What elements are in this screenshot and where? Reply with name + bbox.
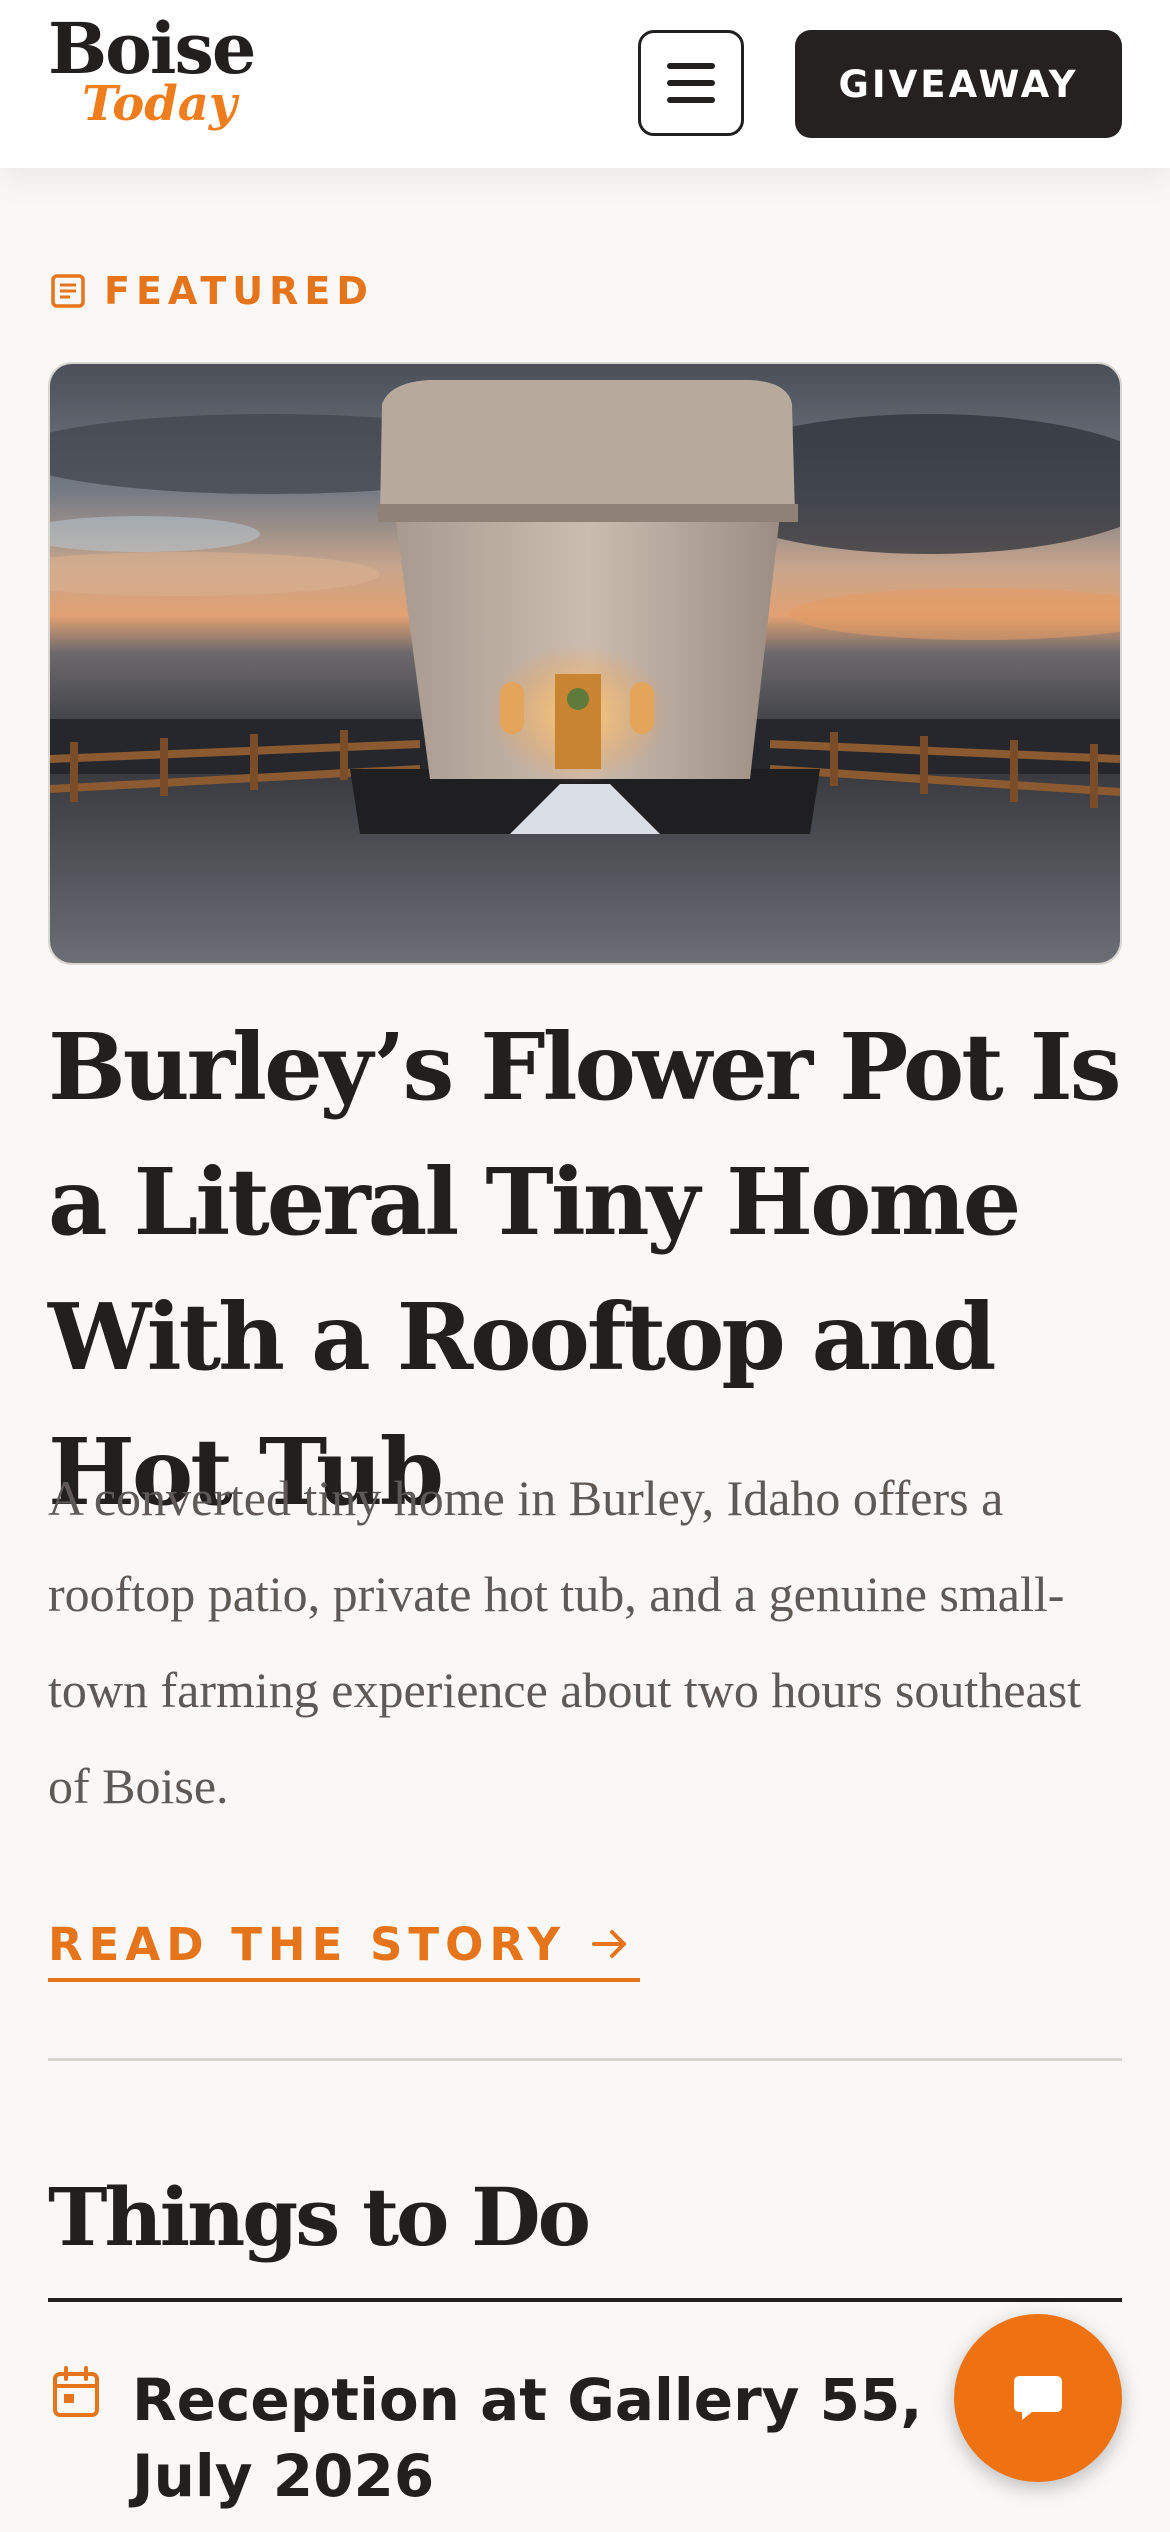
read-the-story-label: READ THE STORY [48,1917,567,1971]
things-to-do-rule [48,2298,1122,2302]
menu-button[interactable] [638,30,744,136]
featured-label: FEATURED [50,266,374,316]
chat-button[interactable] [954,2314,1122,2482]
article-icon [51,274,85,308]
event-title[interactable]: Reception at Gallery 55, July 2026 [132,2362,1032,2514]
logo-wordmark-boise: Boise [48,7,256,90]
chat-bubble-icon [1014,2376,1062,2420]
site-header: Boise Today GIVEAWAY [0,0,1170,168]
featured-image[interactable] [48,362,1122,965]
things-to-do-heading: Things to Do [48,2170,591,2264]
giveaway-button[interactable]: GIVEAWAY [795,30,1122,138]
site-logo[interactable]: Boise Today [48,14,298,144]
read-the-story-link[interactable]: READ THE STORY [48,1910,641,1982]
featured-summary: A converted tiny home in Burley, Idaho o… [48,1470,1082,1814]
calendar-icon [53,2366,99,2417]
logo-wordmark-today: Today [82,76,237,132]
featured-label-text: FEATURED [104,269,374,313]
section-divider [48,2058,1122,2061]
arrow-right-icon [592,1930,627,1958]
